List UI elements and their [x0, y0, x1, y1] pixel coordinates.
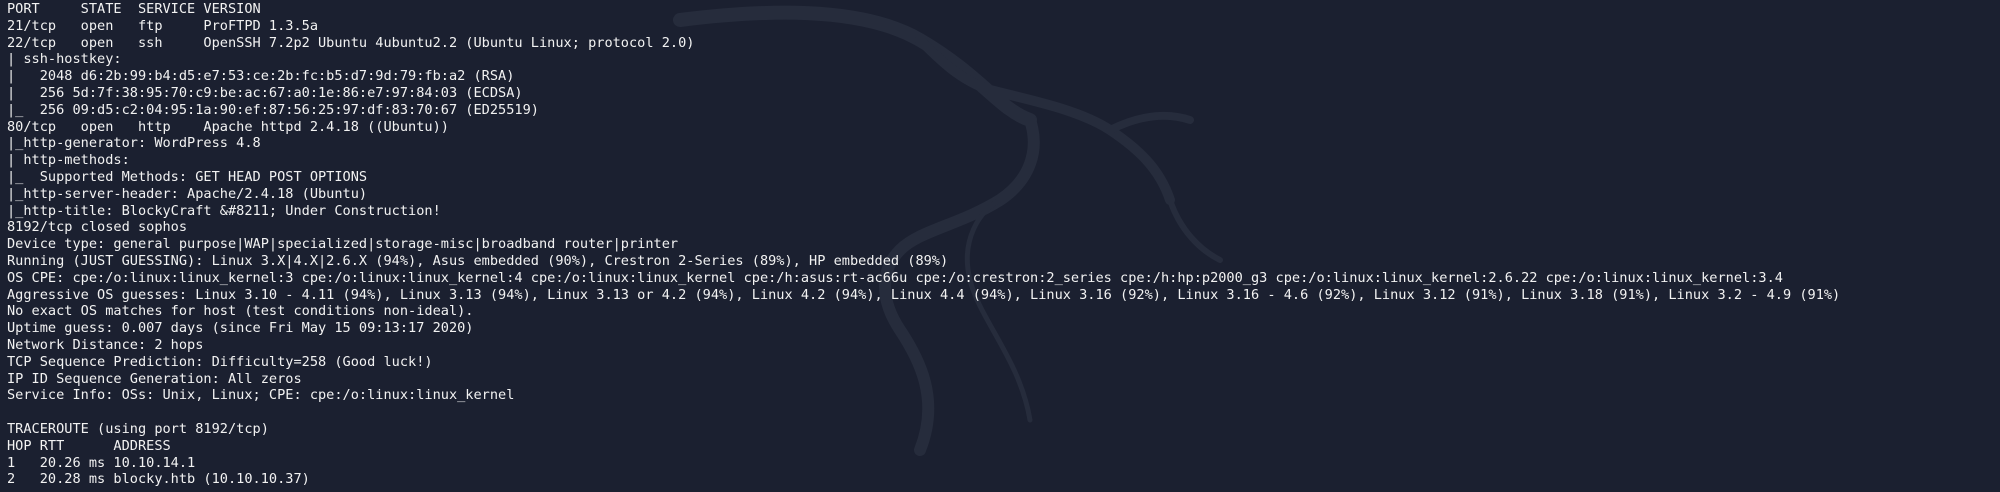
- output-line: IP ID Sequence Generation: All zeros: [7, 370, 302, 387]
- output-line: Aggressive OS guesses: Linux 3.10 - 4.11…: [7, 286, 1841, 303]
- output-line: 22/tcp open ssh OpenSSH 7.2p2 Ubuntu 4ub…: [7, 34, 695, 51]
- output-line: | 2048 d6:2b:99:b4:d5:e7:53:ce:2b:fc:b5:…: [7, 68, 515, 85]
- output-line: | ssh-hostkey:: [7, 51, 130, 68]
- output-line: 80/tcp open http Apache httpd 2.4.18 ((U…: [7, 118, 449, 135]
- output-line: Running (JUST GUESSING): Linux 3.X|4.X|2…: [7, 252, 949, 269]
- output-line: Uptime guess: 0.007 days (since Fri May …: [7, 320, 474, 337]
- output-line: Network Distance: 2 hops: [7, 336, 204, 353]
- output-line: Service Info: OSs: Unix, Linux; CPE: cpe…: [7, 387, 515, 404]
- output-line: 21/tcp open ftp ProFTPD 1.3.5a: [7, 17, 318, 34]
- output-line: TRACEROUTE (using port 8192/tcp): [7, 420, 269, 437]
- output-line: OS CPE: cpe:/o:linux:linux_kernel:3 cpe:…: [7, 269, 1783, 286]
- output-line: |_ Supported Methods: GET HEAD POST OPTI…: [7, 168, 368, 185]
- output-line: |_http-server-header: Apache/2.4.18 (Ubu…: [7, 185, 368, 202]
- output-line: |_http-title: BlockyCraft &#8211; Under …: [7, 202, 441, 219]
- output-line: 1 20.26 ms 10.10.14.1: [7, 454, 196, 471]
- output-line: 2 20.28 ms blocky.htb (10.10.10.37): [7, 471, 310, 488]
- output-line: HOP RTT ADDRESS: [7, 437, 171, 454]
- output-line: No exact OS matches for host (test condi…: [7, 303, 474, 320]
- output-line: TCP Sequence Prediction: Difficulty=258 …: [7, 353, 433, 370]
- terminal-window[interactable]: PORT STATE SERVICE VERSION 21/tcp open ft…: [0, 0, 2000, 492]
- output-line: | http-methods:: [7, 152, 138, 169]
- terminal-output: PORT STATE SERVICE VERSION 21/tcp open ft…: [7, 1, 1840, 488]
- output-line: |_ 256 09:d5:c2:04:95:1a:90:ef:87:56:25:…: [7, 101, 539, 118]
- output-line: | 256 5d:7f:38:95:70:c9:be:ac:67:a0:1e:8…: [7, 84, 523, 101]
- output-line: 8192/tcp closed sophos: [7, 219, 188, 236]
- output-line: |_http-generator: WordPress 4.8: [7, 135, 261, 152]
- output-line: Device type: general purpose|WAP|special…: [7, 236, 679, 253]
- output-line: PORT STATE SERVICE VERSION: [7, 1, 261, 17]
